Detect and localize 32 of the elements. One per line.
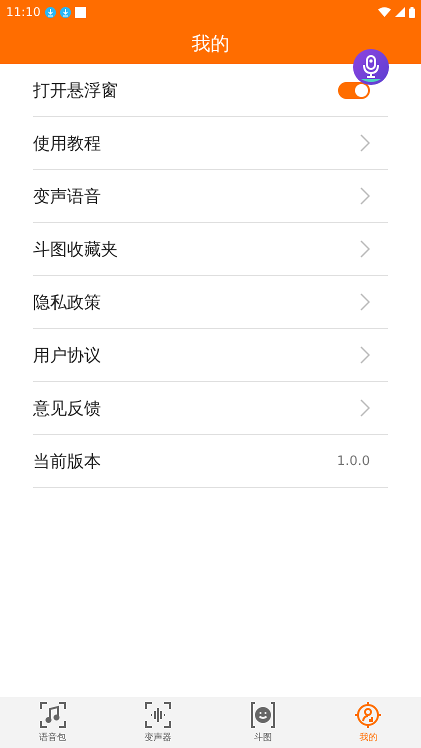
chevron-icon: [360, 346, 370, 364]
settings-item[interactable]: 隐私政策: [33, 290, 101, 314]
nav-tab[interactable]: 语音包: [0, 697, 106, 748]
version-number: 1.0.0: [336, 454, 370, 468]
chevron-icon: [360, 399, 370, 417]
music-note-icon: [38, 701, 67, 729]
battery-icon: [409, 6, 415, 18]
chevron-icon: [360, 240, 370, 258]
signal-icon: [395, 7, 405, 17]
settings-item[interactable]: 用户协议: [33, 344, 101, 366]
settings-item: 当前版本: [33, 450, 101, 472]
page-title: 我的: [192, 32, 230, 57]
chevron-icon: [360, 134, 370, 152]
settings-item[interactable]: 变声语音: [33, 184, 101, 208]
download-icon: [44, 6, 56, 18]
settings-item: 打开悬浮窗: [33, 80, 118, 102]
toggle-switch[interactable]: [338, 82, 370, 98]
status-time: 11:10: [6, 5, 41, 19]
nav-tab[interactable]: 变声器: [105, 697, 210, 748]
chevron-icon: [360, 293, 370, 311]
smiley-icon: [249, 701, 278, 729]
settings-item[interactable]: 使用教程: [33, 132, 101, 154]
microphone-icon[interactable]: [353, 49, 389, 85]
person-icon: [354, 701, 382, 729]
wifi-icon: [378, 7, 391, 17]
settings-item[interactable]: 斗图收藏夹: [33, 238, 118, 260]
nav-tab[interactable]: 斗图: [210, 697, 316, 748]
chevron-icon: [360, 187, 370, 205]
settings-item[interactable]: 意见反馈: [33, 396, 101, 420]
notification-icon: [74, 6, 86, 18]
download-icon: [60, 6, 71, 18]
sound-wave-icon: [144, 701, 172, 729]
